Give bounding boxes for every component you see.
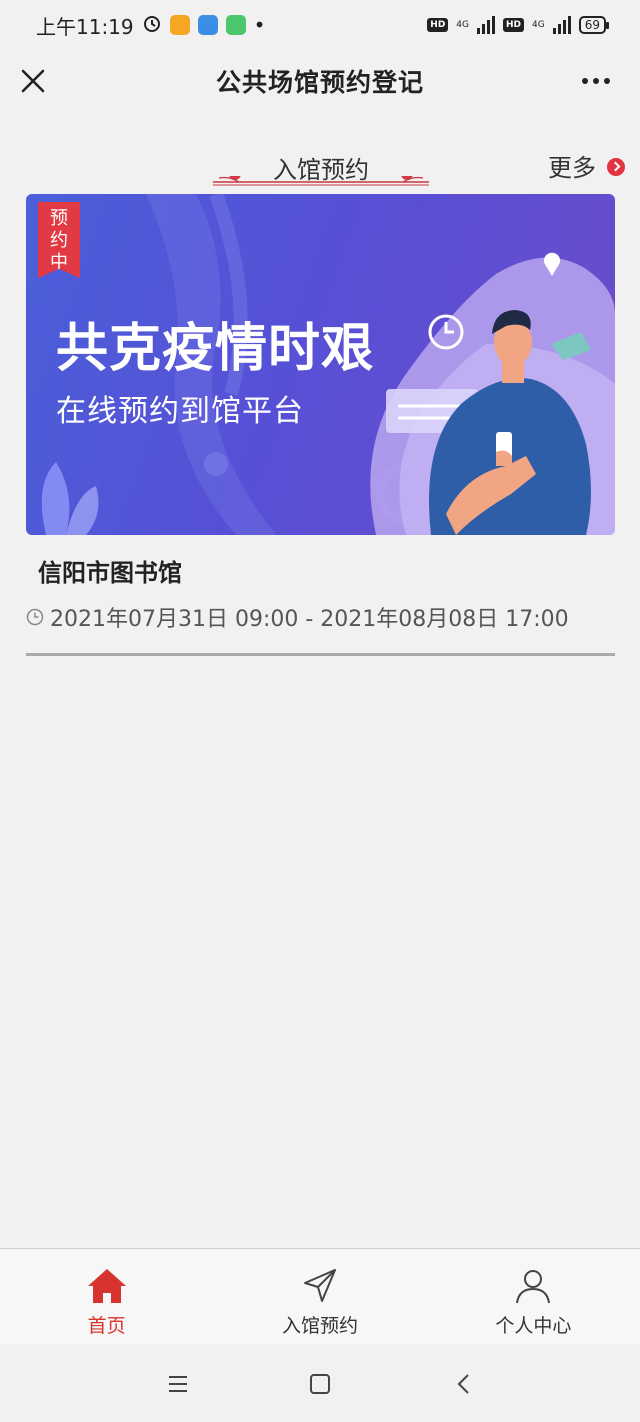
alarm-icon xyxy=(142,13,162,38)
tab-home-label: 首页 xyxy=(87,1315,126,1337)
system-nav-bar xyxy=(0,1344,640,1422)
menu-icon[interactable] xyxy=(164,1370,192,1398)
notes-app-icon xyxy=(169,15,190,35)
tool-app-icon xyxy=(225,15,246,35)
signal-icon-1 xyxy=(477,16,495,34)
ribbon-char-2: 约 xyxy=(50,230,68,251)
hd-badge-2: HD xyxy=(503,18,525,32)
status-bar: 上午11:19 • HD 4G HD 4G 69 xyxy=(0,0,640,50)
network-type-1: 4G xyxy=(456,20,469,30)
network-type-2: 4G xyxy=(532,20,545,30)
status-time: 上午11:19 xyxy=(36,14,134,39)
more-arrow-icon[interactable] xyxy=(607,158,625,176)
plane-app-icon xyxy=(197,15,218,35)
send-icon xyxy=(303,1269,336,1302)
venue-name[interactable]: 信阳市图书馆 xyxy=(38,553,182,588)
tab-profile[interactable]: 个人中心 xyxy=(427,1249,640,1345)
battery-icon: 69 xyxy=(578,16,610,34)
hd-badge-1: HD xyxy=(427,18,449,32)
signal-icon-2 xyxy=(552,16,571,34)
more-menu-icon[interactable] xyxy=(580,68,612,94)
venue-time-row: 2021年07月31日 09:00 - 2021年08月08日 17:00 xyxy=(26,601,569,633)
more-notifications-dot-icon: • xyxy=(253,13,266,37)
user-icon xyxy=(516,1270,551,1304)
divider xyxy=(26,653,615,656)
tab-reserve-label: 入馆预约 xyxy=(281,1315,358,1337)
banner-subline: 在线预约到馆平台 xyxy=(56,394,304,429)
tab-profile-label: 个人中心 xyxy=(495,1315,572,1337)
clock-icon xyxy=(26,608,44,626)
status-ribbon: 预 约 中 xyxy=(38,202,80,278)
back-icon[interactable] xyxy=(450,1370,478,1398)
status-left: 上午11:19 • xyxy=(36,11,265,40)
ribbon-char-1: 预 xyxy=(50,208,68,229)
status-right: HD 4G HD 4G 69 xyxy=(427,16,610,34)
more-link[interactable]: 更多 xyxy=(548,148,596,183)
tab-reserve[interactable]: 入馆预约 xyxy=(213,1249,426,1345)
home-square-icon[interactable] xyxy=(306,1370,334,1398)
page-title: 公共场馆预约登记 xyxy=(215,68,424,97)
home-icon xyxy=(87,1269,126,1303)
section-decoration-icon xyxy=(213,176,429,186)
section-header: 入馆预约 更多 xyxy=(0,140,640,190)
venue-time-range: 2021年07月31日 09:00 - 2021年08月08日 17:00 xyxy=(50,607,569,632)
tab-home[interactable]: 首页 xyxy=(0,1249,213,1345)
title-bar: 公共场馆预约登记 xyxy=(0,50,640,112)
bottom-tab-bar: 首页 入馆预约 个人中心 xyxy=(0,1248,640,1345)
banner-headline: 共克疫情时艰 xyxy=(56,319,375,379)
close-icon[interactable] xyxy=(20,68,46,94)
banner[interactable]: 预 约 中 共克疫情时艰 在线预约到馆平台 xyxy=(26,194,615,535)
